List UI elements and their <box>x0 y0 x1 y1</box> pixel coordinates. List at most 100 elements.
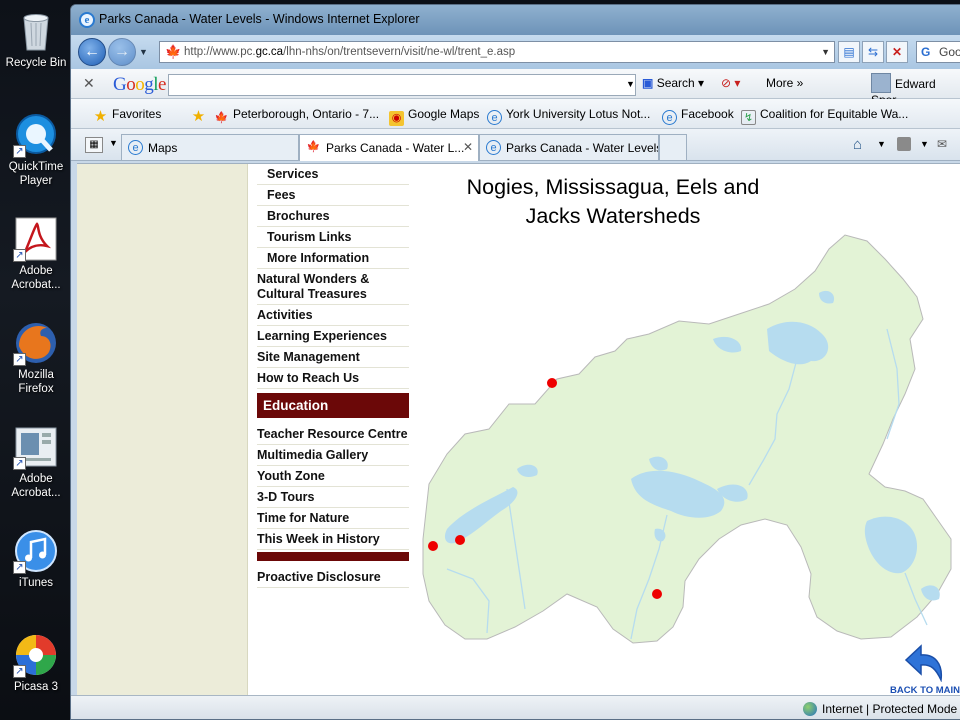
watershed-map[interactable] <box>417 229 960 649</box>
desktop-icon-quicktime[interactable]: ↗ QuickTime Player <box>0 112 72 188</box>
tab-list-dropdown-icon[interactable]: ▼ <box>109 138 118 148</box>
search-box[interactable]: G Goo <box>916 41 960 63</box>
maple-leaf-icon: 🍁 <box>165 44 182 59</box>
menu-item-time-for-nature[interactable]: Time for Nature <box>257 508 409 529</box>
recycle-bin-icon <box>13 8 59 54</box>
desktop-icon-adobe-acrobat-2[interactable]: ↗ Adobe Acrobat... <box>0 424 72 500</box>
address-bar[interactable]: 🍁 http://www.pc.gc.ca/lhn-nhs/on/trentse… <box>159 41 835 63</box>
map-title: Nogies, Mississagua, Eels and Jacks Wate… <box>445 173 781 231</box>
google-search-label: Search <box>656 76 695 90</box>
security-zone[interactable]: Internet | Protected Mode <box>803 702 957 716</box>
desktop-icon-label: Adobe Acrobat... <box>11 473 61 499</box>
address-url-prefix: http://www.pc. <box>184 46 256 58</box>
refresh-icon[interactable]: ⇆ <box>862 41 884 63</box>
menu-item-site-management[interactable]: Site Management <box>257 347 409 368</box>
history-dropdown-icon[interactable]: ▼ <box>139 47 148 57</box>
menu-divider-bar <box>257 552 409 561</box>
internet-explorer-icon: e <box>79 12 95 28</box>
forward-button[interactable]: → <box>108 38 136 66</box>
menu-item-services[interactable]: Services <box>257 164 409 185</box>
station-marker[interactable] <box>652 589 662 599</box>
menu-item-more-information[interactable]: More Information <box>257 248 409 269</box>
search-box-text: Goo <box>939 45 960 59</box>
favorite-link[interactable]: ↯ Coalition for Equitable Wa... <box>741 107 908 125</box>
desktop-icon-recycle-bin[interactable]: Recycle Bin <box>0 8 72 70</box>
user-avatar <box>871 73 891 93</box>
compatibility-view-icon[interactable]: ▤ <box>838 41 860 63</box>
new-tab-button[interactable] <box>659 134 687 160</box>
menu-item-fees[interactable]: Fees <box>257 185 409 206</box>
home-icon[interactable]: ⌂ <box>853 136 862 153</box>
quick-tabs-icon[interactable]: ▦ <box>85 137 103 153</box>
shortcut-arrow-icon: ↗ <box>13 665 26 678</box>
status-bar: Internet | Protected Mode <box>71 695 960 719</box>
back-to-main-button[interactable]: BACK TO MAIN <box>885 642 960 695</box>
address-url-domain: gc.ca <box>255 46 284 58</box>
station-marker[interactable] <box>455 535 465 545</box>
menu-item-learning-experiences[interactable]: Learning Experiences <box>257 326 409 347</box>
menu-item-3d-tours[interactable]: 3-D Tours <box>257 487 409 508</box>
browser-window: e Parks Canada - Water Levels - Windows … <box>70 4 960 720</box>
address-dropdown-icon[interactable]: ▼ <box>821 42 830 62</box>
maple-leaf-icon: 🍁 <box>306 141 321 153</box>
menu-item-how-to-reach-us[interactable]: How to Reach Us <box>257 368 409 389</box>
desktop-icon-itunes[interactable]: ↗ iTunes <box>0 528 72 590</box>
desktop-icon-label: Adobe Acrobat... <box>11 265 61 291</box>
title-bar[interactable]: e Parks Canada - Water Levels - Windows … <box>71 5 960 35</box>
tab-maps[interactable]: e Maps <box>121 134 299 160</box>
menu-item-multimedia-gallery[interactable]: Multimedia Gallery <box>257 445 409 466</box>
google-search-icon: ▣ <box>642 76 654 90</box>
web-slice-icon: ↯ <box>741 110 756 125</box>
menu-item-tourism-links[interactable]: Tourism Links <box>257 227 409 248</box>
add-favorite-icon[interactable]: ★ <box>191 107 210 124</box>
favorites-button[interactable]: ★ Favorites <box>93 107 162 124</box>
favorites-bar: ★ Favorites ★ 🍁 Peterborough, Ontario - 7.… <box>71 99 960 129</box>
back-to-main-label: BACK TO MAIN <box>889 685 960 695</box>
desktop-icon-picasa[interactable]: ↗ Picasa 3 <box>0 632 72 694</box>
more-label: More <box>766 76 794 90</box>
desktop-icon-adobe-acrobat-1[interactable]: ↗ Adobe Acrobat... <box>0 216 72 292</box>
google-g-icon: G <box>921 45 931 59</box>
ie-page-icon: e <box>487 110 502 125</box>
back-button[interactable]: ← <box>78 38 106 66</box>
home-dropdown-icon[interactable]: ▼ <box>877 139 886 149</box>
favorite-link-label: Google Maps <box>408 107 480 121</box>
favorite-link-label: York University Lotus Not... <box>506 107 651 121</box>
favorite-link-label: Coalition for Equitable Wa... <box>760 107 909 121</box>
google-search-dropdown-icon[interactable]: ▼ <box>626 79 635 89</box>
tab-parks-canada-water-l[interactable]: 🍁 Parks Canada - Water L... ✕ <box>299 134 479 161</box>
desktop-icon-firefox[interactable]: ↗ Mozilla Firefox <box>0 320 72 396</box>
tab-parks-canada-water-levels[interactable]: e Parks Canada - Water Levels <box>479 134 659 160</box>
more-button[interactable]: More » <box>766 76 803 90</box>
shortcut-arrow-icon: ↗ <box>13 353 26 366</box>
shortcut-arrow-icon: ↗ <box>13 561 26 574</box>
menu-item-teacher-resource-centre[interactable]: Teacher Resource Centre <box>257 424 409 445</box>
desktop-icon-label: iTunes <box>18 577 54 589</box>
left-column <box>77 164 248 695</box>
favorite-link[interactable]: ◉ Google Maps <box>389 107 479 126</box>
station-marker[interactable] <box>428 541 438 551</box>
close-tab-icon[interactable]: ✕ <box>463 140 473 154</box>
feeds-dropdown-icon[interactable]: ▼ <box>920 139 929 149</box>
menu-item-brochures[interactable]: Brochures <box>257 206 409 227</box>
menu-item-proactive-disclosure[interactable]: Proactive Disclosure <box>257 567 409 588</box>
favorite-link[interactable]: e York University Lotus Not... <box>487 107 650 125</box>
favorite-link[interactable]: 🍁 Peterborough, Ontario - 7... <box>214 107 379 126</box>
stop-icon[interactable]: ✕ <box>886 41 908 63</box>
mail-icon[interactable]: ✉ <box>937 137 947 151</box>
menu-item-this-week-in-history[interactable]: This Week in History <box>257 529 409 550</box>
firefox-icon: ↗ <box>13 320 59 366</box>
feeds-icon[interactable] <box>897 137 911 151</box>
menu-item-natural-wonders[interactable]: Natural Wonders & Cultural Treasures <box>257 269 409 305</box>
favorite-link[interactable]: e Facebook <box>662 107 734 125</box>
close-toolbar-icon[interactable]: ✕ <box>83 75 95 92</box>
google-search-button[interactable]: ▣ Search ▾ <box>642 76 704 90</box>
menu-item-youth-zone[interactable]: Youth Zone <box>257 466 409 487</box>
menu-item-activities[interactable]: Activities <box>257 305 409 326</box>
google-search-input[interactable] <box>168 74 636 96</box>
menu-heading-education[interactable]: Education <box>257 393 409 418</box>
station-marker[interactable] <box>547 378 557 388</box>
ie-page-icon: e <box>128 140 143 155</box>
popup-blocker-icon[interactable]: ⊘ ▾ <box>721 76 740 90</box>
ie-page-icon: e <box>662 110 677 125</box>
